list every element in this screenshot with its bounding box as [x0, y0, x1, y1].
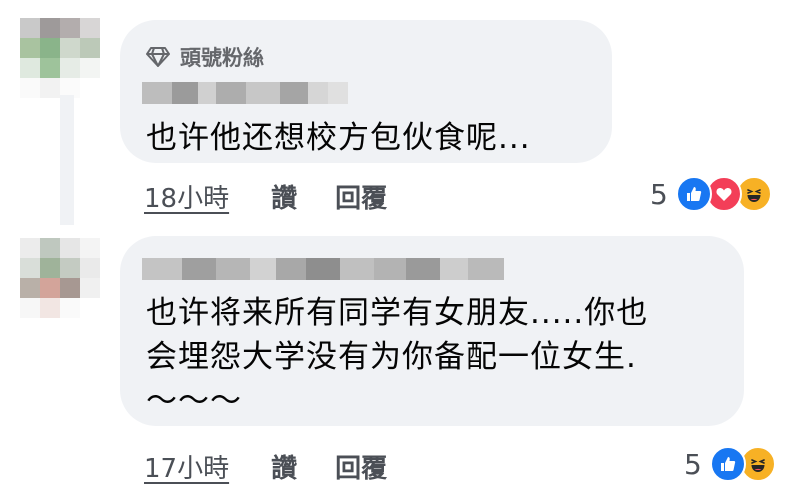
like-icon [675, 176, 712, 212]
reaction-summary[interactable]: 5 [650, 176, 772, 212]
reaction-count: 5 [650, 177, 668, 211]
comment-bubble: 也许将来所有同学有女朋友.....你也 会埋怨大学没有为你备配一位女生. ～～～ [120, 236, 744, 426]
commenter-name-blurred[interactable] [142, 258, 504, 280]
diamond-icon [146, 47, 170, 67]
reaction-count: 5 [684, 447, 702, 481]
comment-text: 也许将来所有同学有女朋友.....你也 会埋怨大学没有为你备配一位女生. ～～～ [146, 295, 649, 419]
avatar-blurred[interactable] [20, 238, 100, 318]
comment-actions: 18小時 讚 回覆 [144, 178, 387, 215]
comment-bubble: 頭號粉絲 也许他还想校方包伙食呢... [120, 20, 612, 163]
comment-text: 也许他还想校方包伙食呢... [146, 120, 531, 156]
commenter-name-blurred[interactable] [142, 82, 348, 104]
like-button[interactable]: 讚 [271, 178, 297, 215]
like-button[interactable]: 讚 [271, 448, 297, 485]
comment-actions: 17小時 讚 回覆 [144, 448, 387, 485]
reply-thread-line [60, 95, 74, 225]
reply-button[interactable]: 回覆 [335, 178, 387, 215]
reply-button[interactable]: 回覆 [335, 448, 387, 485]
badge-label: 頭號粉絲 [180, 46, 264, 70]
avatar-blurred[interactable] [20, 18, 100, 98]
reaction-summary[interactable]: 5 [684, 446, 776, 482]
comment-timestamp[interactable]: 17小時 [144, 448, 229, 485]
like-icon [709, 446, 746, 482]
comment-timestamp[interactable]: 18小時 [144, 178, 229, 215]
top-fan-badge: 頭號粉絲 [146, 42, 264, 72]
